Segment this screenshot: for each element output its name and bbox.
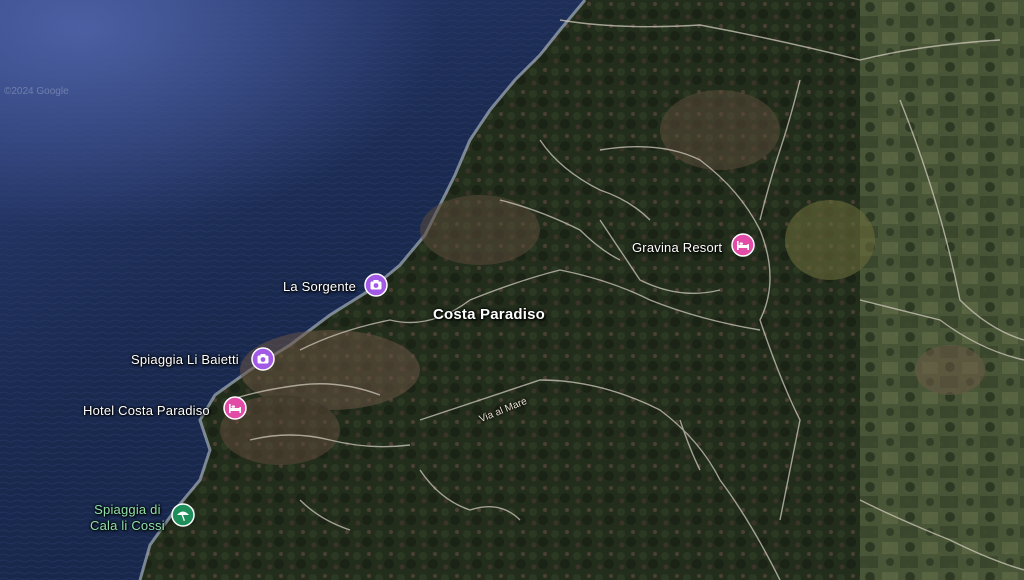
- pin-la-sorgente[interactable]: [364, 273, 388, 297]
- satellite-map[interactable]: [0, 0, 1024, 580]
- place-label-la-sorgente[interactable]: La Sorgente: [283, 279, 356, 294]
- bed-icon: [223, 396, 247, 420]
- pin-li-baietti[interactable]: [251, 347, 275, 371]
- beach-icon: [171, 503, 195, 527]
- pin-cala-li-cossi[interactable]: [171, 503, 195, 527]
- place-label-hotel-costa-paradiso[interactable]: Hotel Costa Paradiso: [83, 403, 210, 418]
- camera-icon: [251, 347, 275, 371]
- town-label-costa-paradiso[interactable]: Costa Paradiso: [433, 306, 545, 323]
- place-label-li-baietti[interactable]: Spiaggia Li Baietti: [131, 352, 239, 367]
- pin-hotel-costa-paradiso[interactable]: [223, 396, 247, 420]
- place-label-cala-li-cossi[interactable]: Spiaggia di Cala li Cossi: [90, 502, 165, 534]
- bed-icon: [731, 233, 755, 257]
- camera-icon: [364, 273, 388, 297]
- map-watermark: ©2024 Google: [4, 86, 69, 97]
- pin-gravina-resort[interactable]: [731, 233, 755, 257]
- place-label-gravina-resort[interactable]: Gravina Resort: [632, 240, 722, 255]
- farmland-area: [860, 0, 1024, 580]
- place-label-cala-li-cossi-line2: Cala li Cossi: [90, 518, 165, 533]
- place-label-cala-li-cossi-line1: Spiaggia di: [94, 502, 161, 517]
